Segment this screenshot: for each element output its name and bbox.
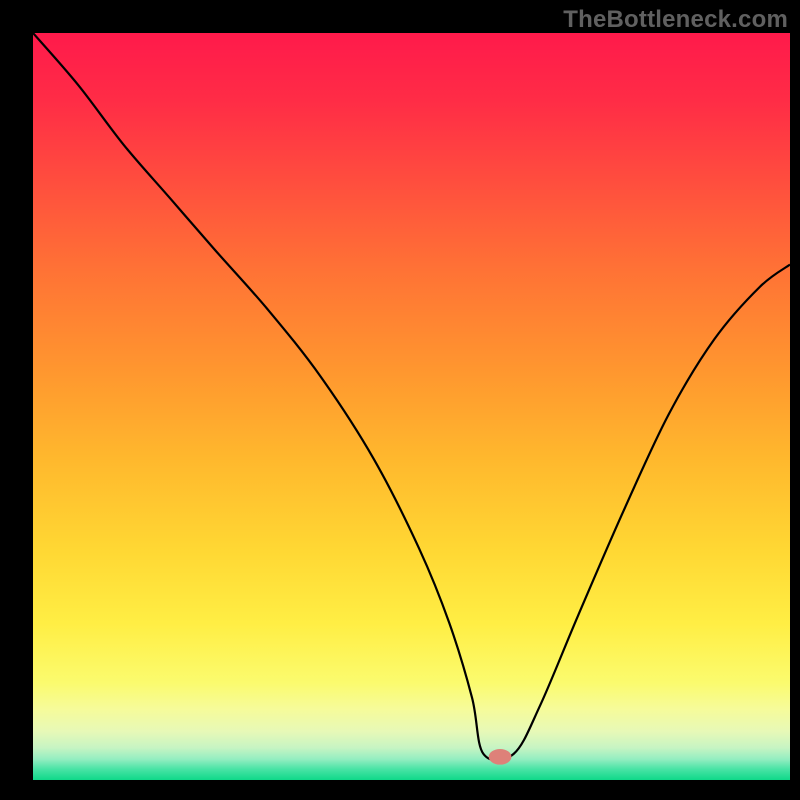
plot-svg	[33, 33, 790, 780]
watermark-text: TheBottleneck.com	[563, 6, 788, 34]
gradient-background	[33, 33, 790, 780]
chart-frame: TheBottleneck.com	[0, 0, 800, 800]
curve-minimum-marker	[489, 749, 512, 765]
plot-area	[33, 33, 790, 780]
